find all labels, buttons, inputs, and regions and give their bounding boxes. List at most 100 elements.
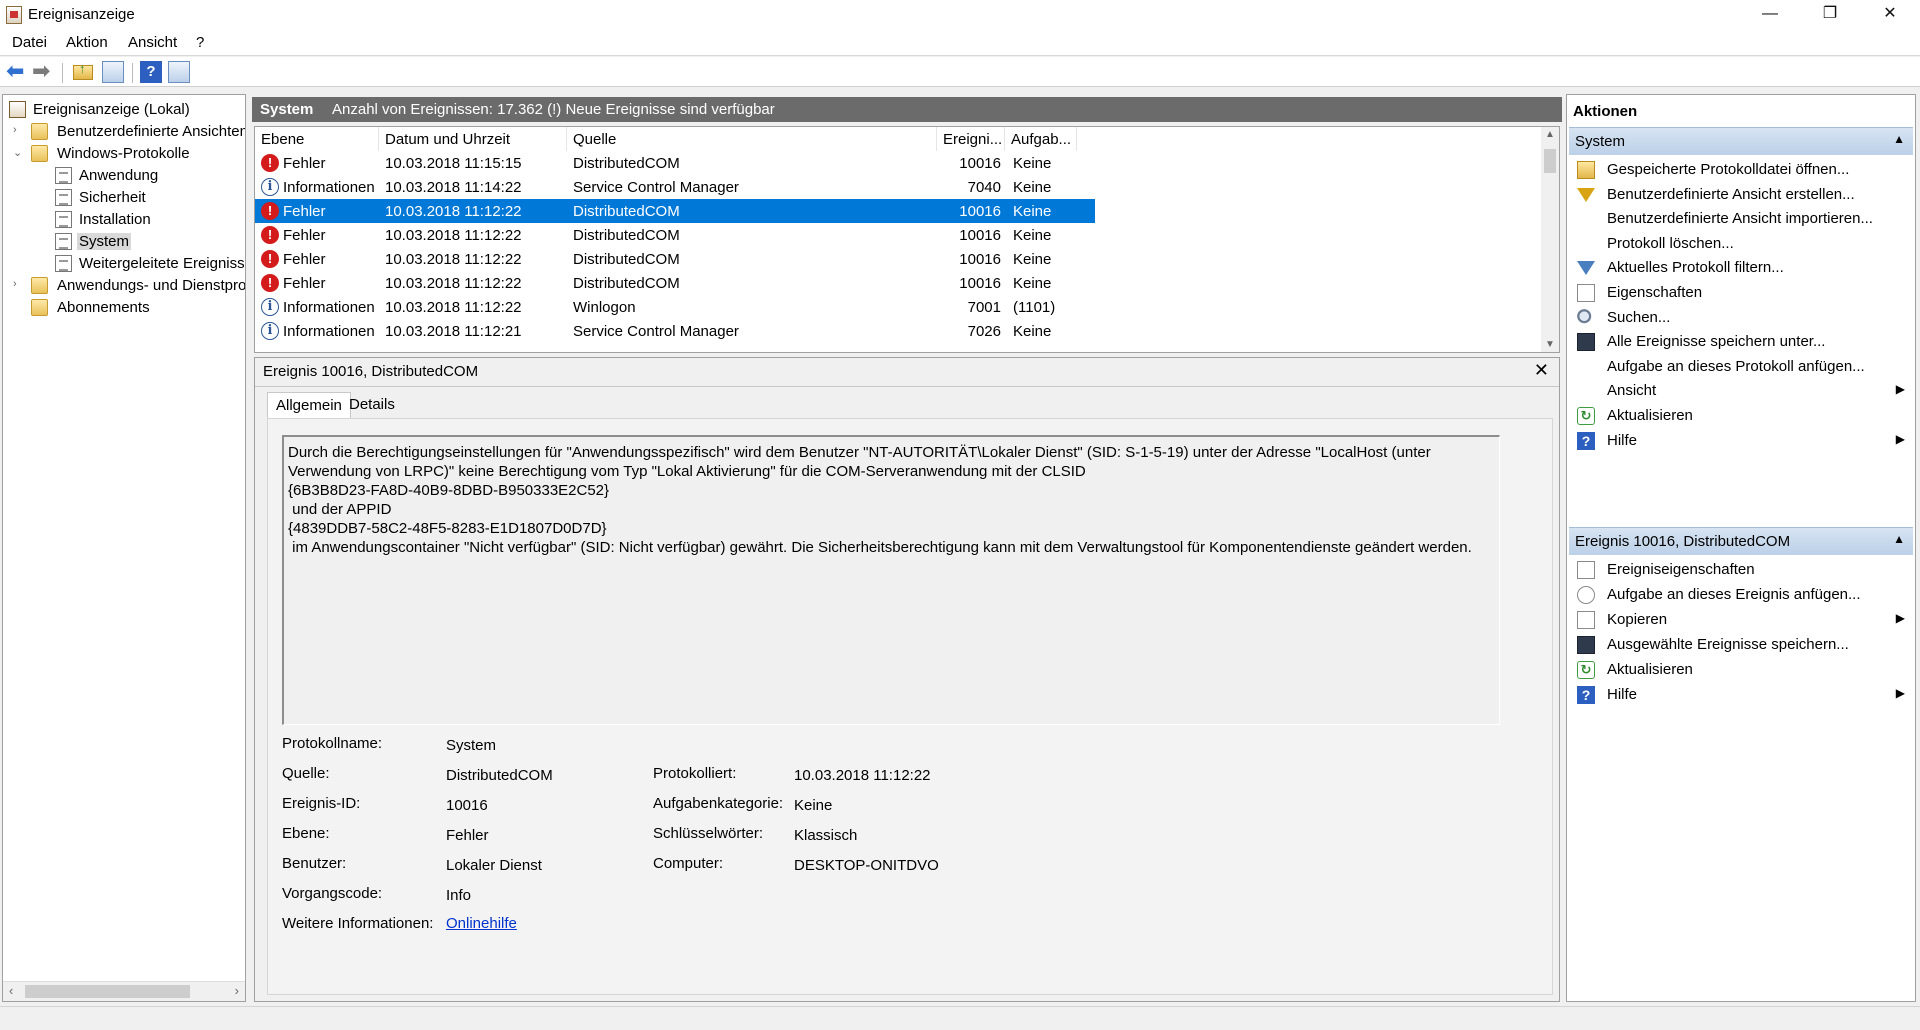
- event-row[interactable]: i Informationen 10.03.2018 11:14:22 Service…: [255, 175, 1095, 199]
- column-header-level[interactable]: Ebene: [255, 127, 379, 151]
- back-arrow-icon[interactable]: ⬅: [6, 60, 28, 83]
- event-row[interactable]: ! Fehler 10.03.2018 11:12:22 DistributedCOM…: [255, 199, 1095, 223]
- close-window-button[interactable]: ✕: [1860, 0, 1920, 30]
- event-list: Ebene Datum und Uhrzeit Quelle Ereigni..…: [254, 126, 1560, 353]
- tab-details[interactable]: Details: [341, 392, 403, 418]
- cell-source: Service Control Manager: [573, 323, 739, 340]
- chevron-down-icon[interactable]: ⌄: [13, 146, 25, 159]
- scroll-thumb[interactable]: [25, 985, 190, 998]
- event-row[interactable]: i Informationen 10.03.2018 11:12:21 Service…: [255, 319, 1095, 343]
- action-item[interactable]: Eigenschaften: [1569, 280, 1913, 306]
- restore-button[interactable]: ❐: [1800, 0, 1860, 30]
- value-user: Lokaler Dienst: [446, 857, 542, 874]
- event-row[interactable]: ! Fehler 10.03.2018 11:15:15 DistributedCOM…: [255, 151, 1095, 175]
- tree-item-forwarded-events[interactable]: Weitergeleitete Ereignisse: [3, 253, 245, 275]
- scroll-up-icon[interactable]: ▲: [1545, 129, 1555, 140]
- close-icon[interactable]: ✕: [1534, 360, 1549, 381]
- collapse-caret-icon[interactable]: ▲: [1893, 132, 1905, 146]
- tree-item-subscriptions[interactable]: Abonnements: [3, 297, 243, 319]
- action-item[interactable]: ? Hilfe ▶: [1569, 682, 1913, 708]
- tree-item-label: Windows-Protokolle: [57, 145, 190, 162]
- action-item[interactable]: Kopieren ▶: [1569, 607, 1913, 633]
- column-header-datetime[interactable]: Datum und Uhrzeit: [379, 127, 567, 151]
- action-item[interactable]: Aufgabe an dieses Ereignis anfügen...: [1569, 582, 1913, 608]
- menu-ansicht[interactable]: Ansicht: [128, 34, 177, 51]
- action-item[interactable]: ↻ Aktualisieren: [1569, 403, 1913, 429]
- online-help-link[interactable]: Onlinehilfe: [446, 915, 517, 932]
- forward-arrow-icon[interactable]: ➡: [32, 60, 54, 83]
- chevron-right-icon[interactable]: ›: [13, 124, 25, 136]
- minimize-button[interactable]: —: [1740, 0, 1800, 30]
- action-item[interactable]: Ereigniseigenschaften: [1569, 557, 1913, 583]
- folder-icon: [31, 277, 48, 294]
- column-header-event-id[interactable]: Ereigni...: [937, 127, 1005, 151]
- log-icon: [55, 255, 72, 272]
- scroll-left-icon[interactable]: ‹: [9, 983, 13, 998]
- action-label: Alle Ereignisse speichern unter...: [1607, 333, 1826, 351]
- value-task-category: Keine: [794, 797, 833, 814]
- label-computer: Computer:: [653, 855, 724, 872]
- info-icon: i: [261, 298, 279, 316]
- action-item[interactable]: Benutzerdefinierte Ansicht importieren..…: [1569, 206, 1913, 232]
- tree-item-app-service-logs[interactable]: › Anwendungs- und Dienstprotokolle: [3, 275, 245, 297]
- tree-item-custom-views[interactable]: › Benutzerdefinierte Ansichten: [3, 121, 245, 143]
- action-item[interactable]: Ansicht ▶: [1569, 378, 1913, 404]
- show-hide-console-tree-icon[interactable]: [102, 61, 124, 83]
- event-list-scrollbar[interactable]: ▲ ▼: [1541, 127, 1559, 352]
- value-opcode: Info: [446, 887, 472, 904]
- tree-item-windows-logs[interactable]: ⌄ Windows-Protokolle: [3, 143, 243, 165]
- cell-task: Keine: [1013, 179, 1052, 196]
- value-keywords: Klassisch: [794, 827, 858, 844]
- scroll-down-icon[interactable]: ▼: [1545, 339, 1555, 350]
- status-bar: [0, 1006, 1920, 1030]
- subscriptions-icon: [31, 299, 48, 316]
- event-row[interactable]: ! Fehler 10.03.2018 11:12:22 DistributedCOM…: [255, 247, 1095, 271]
- tree-item-anwendung[interactable]: Anwendung: [3, 165, 243, 187]
- action-item[interactable]: ↻ Aktualisieren: [1569, 657, 1913, 683]
- action-item[interactable]: Protokoll löschen...: [1569, 231, 1913, 257]
- tree-horizontal-scrollbar[interactable]: ‹ ›: [3, 981, 245, 1001]
- action-item[interactable]: Ausgewählte Ereignisse speichern...: [1569, 632, 1913, 658]
- action-label: Ausgewählte Ereignisse speichern...: [1607, 636, 1849, 653]
- column-header-source[interactable]: Quelle: [567, 127, 937, 151]
- cell-source: DistributedCOM: [573, 203, 680, 220]
- up-folder-icon[interactable]: ↑: [72, 61, 94, 83]
- action-item[interactable]: Alle Ereignisse speichern unter...: [1569, 329, 1913, 355]
- action-item[interactable]: Suchen...: [1569, 305, 1913, 331]
- help-icon[interactable]: ?: [140, 61, 162, 83]
- menu-datei[interactable]: Datei: [12, 34, 47, 51]
- log-icon: [55, 211, 72, 228]
- action-item[interactable]: Benutzerdefinierte Ansicht erstellen...: [1569, 182, 1913, 208]
- cell-event-id: 10016: [959, 227, 1001, 244]
- column-header-task[interactable]: Aufgab...: [1005, 127, 1077, 151]
- action-item[interactable]: Gespeicherte Protokolldatei öffnen...: [1569, 157, 1913, 183]
- tree-item-system[interactable]: System: [3, 231, 243, 253]
- event-row[interactable]: ! Fehler 10.03.2018 11:12:22 DistributedCOM…: [255, 271, 1095, 295]
- cell-task: Keine: [1013, 275, 1052, 292]
- action-label: Hilfe: [1607, 431, 1638, 449]
- menu-aktion[interactable]: Aktion: [66, 34, 108, 51]
- tree-item-sicherheit[interactable]: Sicherheit: [3, 187, 243, 209]
- tree-item-installation[interactable]: Installation: [3, 209, 243, 231]
- cell-level: Informationen: [283, 299, 375, 316]
- help-icon: ?: [1577, 431, 1595, 450]
- chevron-right-icon[interactable]: ›: [13, 278, 25, 290]
- action-item[interactable]: Aktuelles Protokoll filtern...: [1569, 255, 1913, 281]
- actions-group-system[interactable]: System ▲: [1569, 127, 1913, 155]
- scroll-thumb[interactable]: [1544, 149, 1556, 173]
- show-hide-action-pane-icon[interactable]: [168, 61, 190, 83]
- collapse-caret-icon[interactable]: ▲: [1893, 532, 1905, 546]
- actions-group-event[interactable]: Ereignis 10016, DistributedCOM ▲: [1569, 527, 1913, 555]
- action-item[interactable]: ? Hilfe ▶: [1569, 428, 1913, 454]
- scroll-right-icon[interactable]: ›: [235, 983, 239, 998]
- cell-datetime: 10.03.2018 11:12:22: [385, 203, 522, 220]
- tree-item-root[interactable]: Ereignisanzeige (Lokal): [3, 99, 243, 121]
- action-item[interactable]: Aufgabe an dieses Protokoll anfügen...: [1569, 354, 1913, 380]
- action-label: Aktualisieren: [1607, 661, 1693, 678]
- event-description[interactable]: Durch die Berechtigungseinstellungen für…: [282, 435, 1500, 725]
- label-log-name: Protokollname:: [282, 735, 383, 752]
- tab-allgemein[interactable]: Allgemein: [267, 392, 351, 418]
- event-row[interactable]: ! Fehler 10.03.2018 11:12:22 DistributedCOM…: [255, 223, 1095, 247]
- menu-help[interactable]: ?: [196, 34, 204, 51]
- event-row[interactable]: i Informationen 10.03.2018 11:12:22 Winlogo…: [255, 295, 1095, 319]
